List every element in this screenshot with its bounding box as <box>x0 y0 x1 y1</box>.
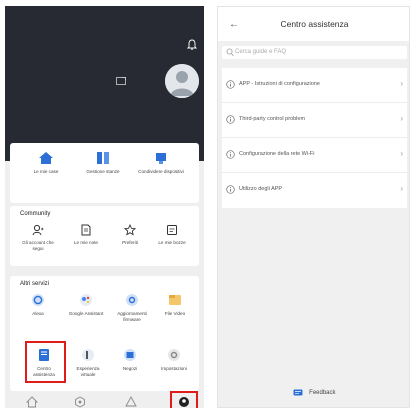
tile-google-assistant[interactable]: Google Assistant <box>66 293 106 317</box>
following-icon <box>32 224 44 236</box>
list-item[interactable]: Configurazione della rete Wi-Fi › <box>222 138 407 173</box>
tile-label: Gestione stanze <box>86 169 120 174</box>
bell-icon[interactable] <box>187 39 197 51</box>
share-devices-icon <box>156 153 166 164</box>
tile-label: Le mie bozze <box>158 240 186 245</box>
page-title: Centro assistenza <box>280 19 349 29</box>
mall-icon[interactable] <box>125 396 137 408</box>
tile-video-files[interactable]: File Video <box>156 293 194 317</box>
tile-favorites[interactable]: Preferiti <box>113 224 147 246</box>
screenshot-root: Le mie case Gestione stanze Condividere … <box>0 0 412 408</box>
search-input[interactable]: Cerca guide e FAQ <box>222 46 407 59</box>
avatar-icon <box>165 64 199 98</box>
tile-my-homes[interactable]: Le mie case <box>26 151 66 175</box>
star-icon <box>124 224 136 236</box>
feedback-label: Feedback <box>309 390 336 396</box>
tile-label: Preferiti <box>122 240 138 245</box>
tile-label: Alexa <box>32 311 44 316</box>
tile-label: Esperienza virtuale <box>76 366 100 377</box>
tile-label: Gli account che segui <box>22 240 54 251</box>
tile-my-drafts[interactable]: Le mie bozze <box>152 224 192 246</box>
drafts-icon <box>167 225 177 235</box>
search-icon <box>226 48 234 57</box>
tile-room-management[interactable]: Gestione stanze <box>83 151 123 175</box>
tile-label: Google Assistant <box>68 311 104 316</box>
tile-alexa[interactable]: Alexa <box>20 293 56 317</box>
notes-icon <box>81 224 91 236</box>
home-icon[interactable] <box>26 396 38 408</box>
tile-stores[interactable]: Negozi <box>112 348 148 372</box>
services-title: Altri servizi <box>20 281 50 287</box>
community-title: Community <box>20 211 51 217</box>
top-bar: ← Centro assistenza <box>218 7 409 41</box>
help-center-screen: ← Centro assistenza Cerca guide e FAQ AP… <box>217 6 410 408</box>
tile-following[interactable]: Gli account che segui <box>20 224 56 251</box>
video-files-icon <box>169 295 181 305</box>
tile-label: File Video <box>164 311 186 316</box>
scene-icon[interactable] <box>74 396 86 408</box>
help-center-highlight <box>25 341 66 383</box>
list-item-label: APP - Istruzioni di configurazione <box>239 81 320 87</box>
alexa-icon <box>32 294 44 306</box>
chevron-right-icon: › <box>400 79 403 88</box>
list-item-label: Utilizzo degli APP <box>239 186 283 192</box>
message-icon[interactable] <box>116 77 126 85</box>
list-item[interactable]: APP - Istruzioni di configurazione › <box>222 68 407 103</box>
tile-label: Le mie note <box>73 240 98 245</box>
info-icon <box>226 150 235 159</box>
tile-my-notes[interactable]: Le mie note <box>68 224 104 246</box>
list-item[interactable]: Utilizzo degli APP › <box>222 173 407 208</box>
tile-label: Aggiornamenti firmware <box>117 311 147 322</box>
room-management-icon <box>97 152 109 164</box>
chevron-right-icon: › <box>400 114 403 123</box>
tile-share-devices[interactable]: Condividere dispositivi <box>138 151 184 175</box>
search-placeholder: Cerca guide e FAQ <box>235 49 287 55</box>
list-item-label: Third-party control problem <box>239 116 306 122</box>
tile-firmware-update[interactable]: Aggiornamenti firmware <box>110 293 154 322</box>
avatar[interactable] <box>165 64 199 98</box>
community-card: Community Gli account che segui Le mie n… <box>10 206 199 266</box>
profile-screen: Le mie case Gestione stanze Condividere … <box>5 6 204 408</box>
chevron-right-icon: › <box>400 149 403 158</box>
profile-header <box>5 6 204 161</box>
tile-label: Impostazioni <box>161 366 187 371</box>
virtual-experience-icon <box>82 349 94 361</box>
profile-tab-highlight <box>170 391 198 408</box>
list-item[interactable]: Third-party control problem › <box>222 103 407 138</box>
home-card: Le mie case Gestione stanze Condividere … <box>10 143 199 203</box>
faq-list: APP - Istruzioni di configurazione › Thi… <box>222 68 407 208</box>
info-icon <box>226 115 235 124</box>
google-assistant-icon <box>80 294 92 306</box>
firmware-update-icon <box>126 294 138 306</box>
tile-settings[interactable]: Impostazioni <box>154 348 194 372</box>
tile-label: Negozi <box>122 366 138 371</box>
info-icon <box>226 80 235 89</box>
feedback-icon <box>293 389 303 396</box>
settings-icon <box>168 349 180 361</box>
feedback-button[interactable]: Feedback <box>218 389 409 397</box>
list-item-label: Configurazione della rete Wi-Fi <box>239 151 315 157</box>
tile-virtual-experience[interactable]: Esperienza virtuale <box>70 348 106 377</box>
home-icon <box>39 152 53 164</box>
store-icon <box>124 349 136 361</box>
tile-label: Le mie case <box>33 169 59 174</box>
tile-label: Condividere dispositivi <box>138 169 184 174</box>
info-icon <box>226 185 235 194</box>
chevron-right-icon: › <box>400 184 403 193</box>
